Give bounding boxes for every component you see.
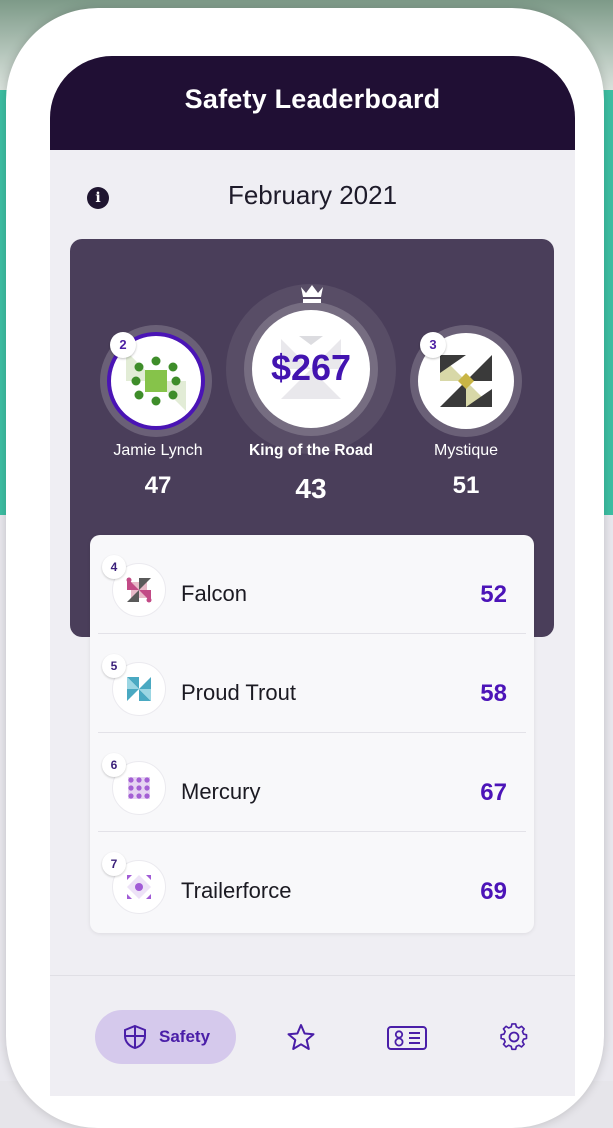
third-place-score: 51: [452, 472, 480, 499]
app-header: Safety Leaderboard: [50, 56, 575, 150]
rank-badge: 7: [102, 852, 126, 876]
second-place-score: 47: [144, 472, 172, 499]
rank-badge: 4: [102, 555, 126, 579]
phone-frame: Safety Leaderboard i February 2021 2 Jam…: [6, 8, 604, 1128]
third-place-name: Mystique: [433, 442, 499, 459]
list-item-score: 67: [480, 779, 507, 806]
first-place-score: 43: [295, 473, 327, 504]
list-item-name: Falcon: [181, 581, 248, 606]
rank-badge: 2: [110, 332, 136, 358]
gear-icon[interactable]: [500, 1023, 528, 1051]
list-item-name: Trailerforce: [181, 878, 292, 903]
leaderboard-list: 4 Falcon 52 5 Proud Trout 58 6 Mercury 6…: [90, 535, 534, 933]
list-item-name: Mercury: [181, 779, 261, 804]
list-item[interactable]: 5 Proud Trout 58: [90, 634, 534, 733]
list-item-score: 52: [480, 581, 507, 608]
bottom-nav: Safety: [50, 975, 575, 1096]
first-place-name: King of the Road: [249, 442, 373, 459]
id-card-icon[interactable]: [386, 1025, 428, 1051]
app-screen: Safety Leaderboard i February 2021 2 Jam…: [50, 56, 575, 1096]
list-item-name: Proud Trout: [181, 680, 296, 705]
shield-icon: [124, 1024, 146, 1050]
rank-badge: 5: [102, 654, 126, 678]
month-label: February 2021: [227, 180, 398, 210]
prize-amount: $267: [270, 347, 352, 388]
star-icon[interactable]: [286, 1023, 316, 1051]
rank-badge: 3: [420, 332, 446, 358]
second-place-name: Jamie Lynch: [113, 442, 203, 459]
list-item-score: 69: [480, 878, 507, 905]
nav-safety-tab[interactable]: Safety: [95, 1010, 236, 1064]
list-item[interactable]: 7 Trailerforce 69: [90, 832, 534, 931]
nav-safety-label: Safety: [159, 1027, 211, 1046]
month-row: i February 2021: [50, 178, 575, 218]
page-title: Safety Leaderboard: [184, 84, 441, 114]
list-item[interactable]: 6 Mercury 67: [90, 733, 534, 832]
crown-icon: [301, 285, 323, 303]
first-place-avatar[interactable]: $267: [252, 310, 370, 428]
rank-badge: 6: [102, 753, 126, 777]
list-item-score: 58: [480, 680, 507, 707]
list-item[interactable]: 4 Falcon 52: [90, 535, 534, 634]
